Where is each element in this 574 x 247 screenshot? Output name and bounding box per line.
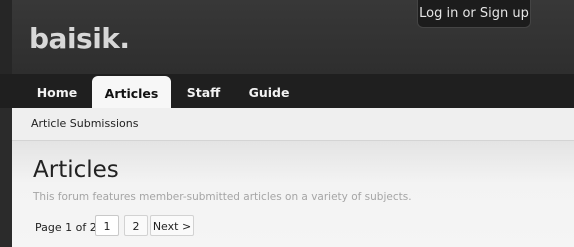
page-title: Articles — [33, 157, 119, 183]
sub-navigation: Article Submissions — [12, 108, 574, 141]
main-navigation: Home Articles Staff Guide — [0, 74, 574, 110]
main-content: Articles This forum features member-subm… — [12, 141, 574, 247]
site-logo[interactable]: baisik. — [29, 21, 130, 57]
subnav-item-article-submissions[interactable]: Article Submissions — [31, 117, 138, 130]
tab-home[interactable]: Home — [21, 74, 93, 108]
next-page-button[interactable]: Next > — [150, 215, 194, 236]
tab-staff[interactable]: Staff — [176, 74, 231, 108]
login-signup-button[interactable]: Log in or Sign up — [417, 0, 531, 28]
tab-guide[interactable]: Guide — [239, 74, 299, 108]
page-button-2[interactable]: 2 — [124, 215, 148, 236]
site-header: baisik. Log in or Sign up — [0, 0, 574, 74]
pager-label: Page 1 of 2 — [35, 221, 97, 234]
page-description: This forum features member-submitted art… — [33, 191, 412, 203]
page-button-1[interactable]: 1 — [95, 215, 119, 236]
tab-articles[interactable]: Articles — [92, 76, 171, 110]
